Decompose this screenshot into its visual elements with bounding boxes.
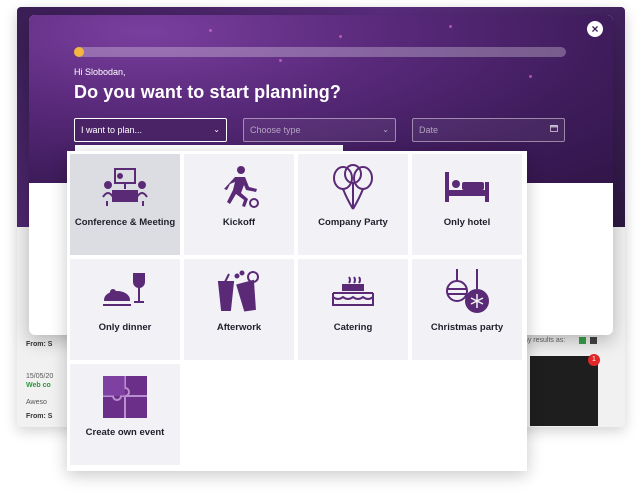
- event-tile-label: Company Party: [318, 217, 388, 228]
- type-select-placeholder: Choose type: [250, 125, 301, 135]
- chevron-down-icon: ⌄: [213, 125, 220, 134]
- screen: From: S 15/05/20 Web co Aweso From: S sp…: [0, 0, 642, 498]
- grid-view-icon[interactable]: [579, 337, 586, 344]
- bg-snippet: Aweso: [26, 399, 47, 406]
- date-input-placeholder: Date: [419, 125, 439, 135]
- sparkle-decoration: [529, 75, 532, 78]
- event-tile-company-party[interactable]: Company Party: [298, 154, 408, 255]
- puzzle-icon: [70, 373, 180, 421]
- date-input[interactable]: Date: [412, 118, 565, 142]
- event-tile-only-dinner[interactable]: Only dinner: [70, 259, 180, 360]
- event-tile-kickoff[interactable]: Kickoff: [184, 154, 294, 255]
- sparkle-decoration: [279, 59, 282, 62]
- drinks-icon: [184, 268, 294, 316]
- event-tile-only-hotel[interactable]: Only hotel: [412, 154, 522, 255]
- event-tile-afterwork[interactable]: Afterwork: [184, 259, 294, 360]
- event-tile-conference[interactable]: Conference & Meeting: [70, 154, 180, 255]
- event-tile-label: Only dinner: [98, 322, 152, 333]
- event-tile-label: Afterwork: [216, 322, 262, 333]
- bg-from-label: From: S: [26, 341, 53, 348]
- event-tile-create-own[interactable]: Create own event: [70, 364, 180, 465]
- event-tile-label: Only hotel: [443, 217, 491, 228]
- notification-badge: 1: [588, 354, 600, 366]
- greeting-text: Hi Slobodan,: [74, 67, 126, 77]
- page-title: Do you want to start planning?: [74, 82, 341, 102]
- sparkle-decoration: [339, 35, 342, 38]
- plan-select-label: I want to plan...: [81, 125, 143, 135]
- calendar-icon: [550, 119, 558, 141]
- close-icon: ×: [591, 22, 599, 36]
- event-type-dropdown: Conference & Meeting Kickoff Company Par…: [67, 151, 527, 471]
- ornaments-icon: [412, 268, 522, 316]
- event-tile-catering[interactable]: Catering: [298, 259, 408, 360]
- event-tile-label: Christmas party: [430, 322, 504, 333]
- event-tile-christmas-party[interactable]: Christmas party: [412, 259, 522, 360]
- event-tile-label: Catering: [333, 322, 373, 333]
- conference-icon: [70, 163, 180, 211]
- bg-date-text: 15/05/20: [26, 373, 54, 380]
- bg-map-panel: [530, 356, 598, 426]
- close-button[interactable]: ×: [587, 21, 603, 37]
- chevron-down-icon: ⌄: [382, 125, 389, 134]
- balloons-icon: [298, 163, 408, 211]
- type-select[interactable]: Choose type ⌄: [243, 118, 396, 142]
- list-view-icon[interactable]: [590, 337, 597, 344]
- bed-icon: [412, 163, 522, 211]
- sparkle-decoration: [209, 29, 212, 32]
- plan-select[interactable]: I want to plan... ⌄: [74, 118, 227, 142]
- sparkle-decoration: [449, 25, 452, 28]
- kickoff-icon: [184, 163, 294, 211]
- event-tile-label: Kickoff: [222, 217, 256, 228]
- progress-fill: [74, 47, 84, 57]
- progress-bar: [74, 47, 566, 57]
- catering-icon: [298, 268, 408, 316]
- bg-from-label-2: From: S: [26, 413, 53, 420]
- bg-web-link[interactable]: Web co: [26, 382, 51, 389]
- event-tile-label: Conference & Meeting: [74, 217, 176, 228]
- event-tile-label: Create own event: [85, 427, 165, 438]
- dinner-icon: [70, 268, 180, 316]
